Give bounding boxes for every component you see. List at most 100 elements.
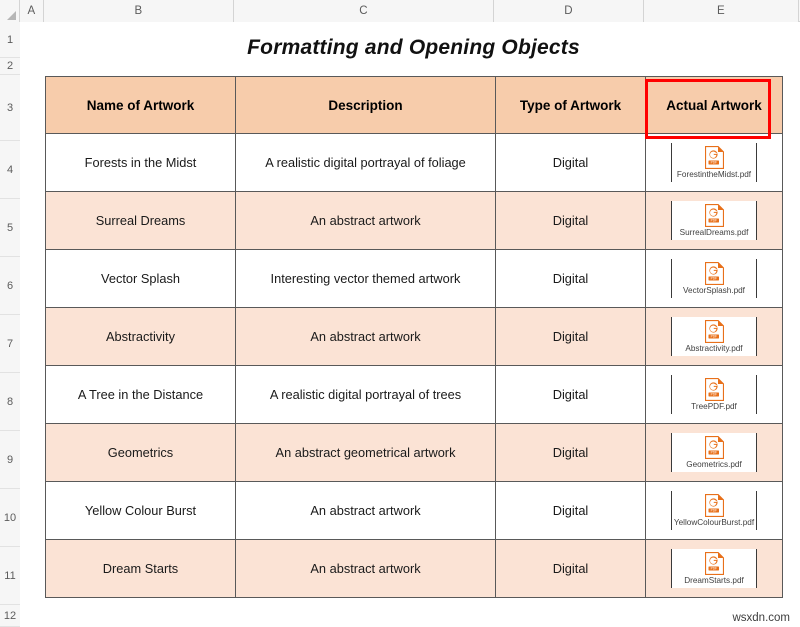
embedded-pdf-object[interactable]: PDF DreamStarts.pdf <box>671 548 757 589</box>
cell-artwork-description: An abstract artwork <box>235 481 496 540</box>
row-header-2[interactable]: 2 <box>0 58 20 75</box>
row-header-11[interactable]: 11 <box>0 547 20 605</box>
svg-text:PDF: PDF <box>710 508 716 512</box>
cell-actual-artwork: PDF DreamStarts.pdf <box>645 539 783 598</box>
embedded-object-wrapper: PDF Geometrics.pdf <box>646 432 782 473</box>
row-header-3[interactable]: 3 <box>0 75 20 141</box>
embedded-object-wrapper: PDF SurrealDreams.pdf <box>646 200 782 241</box>
cell-artwork-type: Digital <box>495 307 646 366</box>
cell-artwork-name: Geometrics <box>45 423 236 482</box>
svg-text:PDF: PDF <box>710 276 716 280</box>
row-header-8[interactable]: 8 <box>0 373 20 431</box>
col-header-name-of-artwork: Name of Artwork <box>45 76 236 134</box>
embedded-pdf-object[interactable]: PDF YellowColourBurst.pdf <box>671 490 757 531</box>
cell-artwork-name: A Tree in the Distance <box>45 365 236 424</box>
cell-actual-artwork: PDF YellowColourBurst.pdf <box>645 481 783 540</box>
table-row: Surreal Dreams An abstract artwork Digital… <box>45 191 783 250</box>
embedded-pdf-filename: Abstractivity.pdf <box>685 343 743 353</box>
cell-actual-artwork: PDF Abstractivity.pdf <box>645 307 783 366</box>
embedded-pdf-filename: ForestintheMidst.pdf <box>676 169 752 179</box>
embedded-pdf-object[interactable]: PDF TreePDF.pdf <box>671 374 757 415</box>
cell-artwork-description: A realistic digital portrayal of trees <box>235 365 496 424</box>
cell-artwork-description: An abstract geometrical artwork <box>235 423 496 482</box>
table-row: Yellow Colour Burst An abstract artwork Di… <box>45 481 783 540</box>
pdf-file-icon: PDF <box>704 261 724 285</box>
col-header-description: Description <box>235 76 496 134</box>
embedded-pdf-object[interactable]: PDF VectorSplash.pdf <box>671 258 757 299</box>
cell-artwork-name: Vector Splash <box>45 249 236 308</box>
cell-artwork-name: Yellow Colour Burst <box>45 481 236 540</box>
column-header-c[interactable]: C <box>234 0 494 22</box>
row-header-1[interactable]: 1 <box>0 22 20 58</box>
embedded-object-wrapper: PDF DreamStarts.pdf <box>646 548 782 589</box>
embedded-pdf-filename: Geometrics.pdf <box>686 459 742 469</box>
pdf-file-icon: PDF <box>704 377 724 401</box>
pdf-file-icon: PDF <box>704 319 724 343</box>
table-body: Forests in the Midst A realistic digital … <box>45 133 783 598</box>
pdf-file-icon: PDF <box>704 145 724 169</box>
embedded-object-wrapper: PDF Abstractivity.pdf <box>646 316 782 357</box>
table-row: Forests in the Midst A realistic digital … <box>45 133 783 192</box>
embedded-pdf-object[interactable]: PDF ForestintheMidst.pdf <box>671 142 757 183</box>
cell-actual-artwork: PDF Geometrics.pdf <box>645 423 783 482</box>
column-header-b[interactable]: B <box>44 0 234 22</box>
embedded-pdf-filename: VectorSplash.pdf <box>683 285 745 295</box>
embedded-pdf-filename: YellowColourBurst.pdf <box>673 517 755 527</box>
select-all-corner[interactable] <box>0 0 20 22</box>
svg-text:PDF: PDF <box>710 334 716 338</box>
table-row: Abstractivity An abstract artwork Digital P… <box>45 307 783 366</box>
embedded-object-wrapper: PDF VectorSplash.pdf <box>646 258 782 299</box>
cell-artwork-name: Dream Starts <box>45 539 236 598</box>
svg-text:PDF: PDF <box>710 218 716 222</box>
embedded-pdf-object[interactable]: PDF SurrealDreams.pdf <box>671 200 757 241</box>
cell-actual-artwork: PDF TreePDF.pdf <box>645 365 783 424</box>
artwork-table: Name of Artwork Description Type of Artw… <box>45 76 783 598</box>
cell-artwork-name: Surreal Dreams <box>45 191 236 250</box>
cell-actual-artwork: PDF SurrealDreams.pdf <box>645 191 783 250</box>
svg-text:PDF: PDF <box>710 566 716 570</box>
cell-artwork-type: Digital <box>495 249 646 308</box>
embedded-object-wrapper: PDF TreePDF.pdf <box>646 374 782 415</box>
spreadsheet-canvas: A B C D E 1 2 3 4 5 6 7 8 9 10 11 12 Formatting and… <box>0 0 800 627</box>
watermark-text: wsxdn.com <box>732 612 790 624</box>
column-header-d[interactable]: D <box>494 0 644 22</box>
cell-artwork-description: An abstract artwork <box>235 307 496 366</box>
svg-text:PDF: PDF <box>710 450 716 454</box>
row-header-7[interactable]: 7 <box>0 315 20 373</box>
embedded-pdf-filename: SurrealDreams.pdf <box>679 227 749 237</box>
cell-artwork-type: Digital <box>495 481 646 540</box>
col-header-actual-artwork: Actual Artwork <box>645 76 783 134</box>
embedded-object-wrapper: PDF YellowColourBurst.pdf <box>646 490 782 531</box>
pdf-file-icon: PDF <box>704 493 724 517</box>
table-row: A Tree in the Distance A realistic digita… <box>45 365 783 424</box>
svg-text:PDF: PDF <box>710 392 716 396</box>
cell-artwork-description: A realistic digital portrayal of foliage <box>235 133 496 192</box>
cell-artwork-description: An abstract artwork <box>235 539 496 598</box>
pdf-file-icon: PDF <box>704 435 724 459</box>
cell-artwork-description: Interesting vector themed artwork <box>235 249 496 308</box>
row-header-5[interactable]: 5 <box>0 199 20 257</box>
row-header-bar: 1 2 3 4 5 6 7 8 9 10 11 12 <box>0 22 20 627</box>
cell-artwork-type: Digital <box>495 423 646 482</box>
column-header-bar: A B C D E <box>0 0 800 22</box>
table-header-row: Name of Artwork Description Type of Artw… <box>45 76 783 134</box>
embedded-object-wrapper: PDF ForestintheMidst.pdf <box>646 142 782 183</box>
row-header-9[interactable]: 9 <box>0 431 20 489</box>
row-header-6[interactable]: 6 <box>0 257 20 315</box>
column-header-e[interactable]: E <box>644 0 799 22</box>
sheet-title: Formatting and Opening Objects <box>247 36 580 59</box>
embedded-pdf-object[interactable]: PDF Geometrics.pdf <box>671 432 757 473</box>
cell-artwork-type: Digital <box>495 191 646 250</box>
row-header-4[interactable]: 4 <box>0 141 20 199</box>
row-header-12[interactable]: 12 <box>0 605 20 627</box>
embedded-pdf-filename: DreamStarts.pdf <box>684 575 744 585</box>
column-header-a[interactable]: A <box>20 0 44 22</box>
embedded-pdf-object[interactable]: PDF Abstractivity.pdf <box>671 316 757 357</box>
table-row: Vector Splash Interesting vector themed a… <box>45 249 783 308</box>
cell-actual-artwork: PDF VectorSplash.pdf <box>645 249 783 308</box>
pdf-file-icon: PDF <box>704 203 724 227</box>
cell-artwork-type: Digital <box>495 539 646 598</box>
cell-artwork-type: Digital <box>495 133 646 192</box>
svg-text:PDF: PDF <box>710 160 716 164</box>
row-header-10[interactable]: 10 <box>0 489 20 547</box>
